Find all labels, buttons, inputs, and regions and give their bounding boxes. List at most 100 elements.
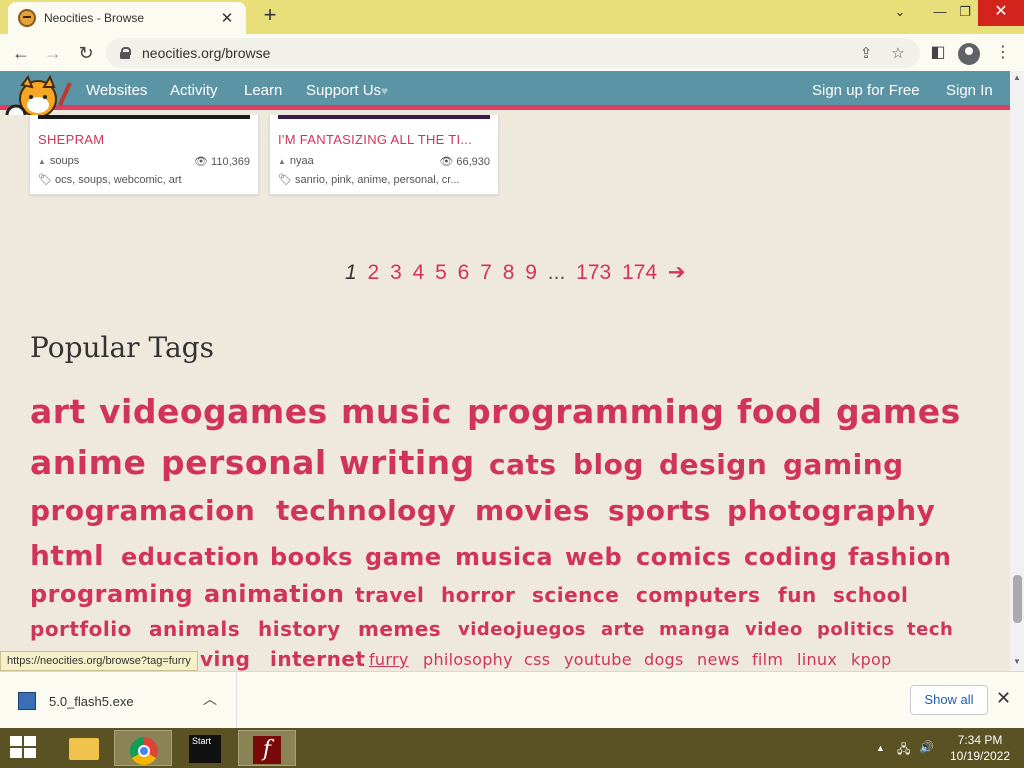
back-icon[interactable]: ← — [8, 40, 34, 66]
tag-link[interactable]: tech — [907, 619, 953, 640]
volume-icon[interactable]: 🔊 — [919, 740, 934, 754]
site-tags[interactable]: 🏷 ocs, soups, webcomic, art — [38, 173, 182, 186]
tag-link[interactable]: sports — [608, 494, 711, 527]
scroll-up-arrow-icon[interactable]: ▲ — [1010, 71, 1024, 85]
address-bar[interactable]: neocities.org/browse ⇪ ☆ — [106, 38, 920, 68]
nav-support-us[interactable]: Support Us♥ — [306, 82, 388, 99]
tag-link[interactable]: design — [659, 448, 767, 481]
tag-link[interactable]: portfolio — [30, 617, 132, 641]
tag-link[interactable]: art — [30, 392, 86, 431]
close-download-bar-icon[interactable]: ✕ — [996, 688, 1011, 709]
windows-start-icon[interactable] — [10, 736, 38, 760]
tag-link[interactable]: games — [836, 392, 961, 431]
tag-link[interactable]: ving — [200, 647, 250, 671]
signin-link[interactable]: Sign In — [946, 82, 993, 99]
page-scrollbar[interactable]: ▲ ▼ — [1010, 71, 1024, 671]
tag-link[interactable]: fun — [778, 583, 817, 607]
share-icon[interactable]: ⇪ — [856, 44, 876, 64]
chevron-up-icon[interactable]: ︿ — [203, 689, 217, 709]
side-panel-icon[interactable]: ◧ — [925, 40, 951, 66]
tag-link[interactable]: coding — [744, 543, 837, 571]
page-link[interactable]: 9 — [525, 261, 537, 284]
page-link[interactable]: 173 — [576, 261, 611, 284]
tag-link[interactable]: youtube — [564, 650, 632, 669]
tag-link[interactable]: videogames — [99, 392, 328, 431]
flash-taskbar-button[interactable]: f — [238, 730, 296, 766]
tag-link[interactable]: personal — [161, 443, 327, 482]
tag-link[interactable]: music — [341, 392, 452, 431]
nav-activity[interactable]: Activity — [170, 82, 218, 99]
tag-link[interactable]: school — [833, 583, 908, 607]
profile-avatar[interactable] — [958, 43, 980, 65]
tag-link[interactable]: web — [565, 543, 622, 571]
tray-expand-icon[interactable]: ▲ — [876, 743, 885, 753]
chrome-taskbar-button[interactable] — [114, 730, 172, 766]
tag-link[interactable]: travel — [355, 583, 424, 607]
page-link[interactable]: 174 — [622, 261, 657, 284]
bookmark-star-icon[interactable]: ☆ — [888, 44, 908, 64]
site-title[interactable]: SHEPRAM — [38, 132, 104, 147]
tag-link[interactable]: photography — [727, 494, 935, 527]
download-filename[interactable]: 5.0_flash5.exe — [49, 694, 134, 709]
lock-icon[interactable] — [120, 47, 131, 59]
tag-link[interactable]: programing — [30, 580, 193, 608]
system-clock[interactable]: 7:34 PM 10/19/2022 — [940, 732, 1020, 764]
network-icon[interactable]: 🖧 — [897, 740, 910, 761]
scroll-thumb[interactable] — [1013, 575, 1022, 623]
page-link[interactable]: 8 — [503, 261, 515, 284]
tag-link[interactable]: furry — [369, 650, 409, 669]
tag-link[interactable]: animation — [204, 580, 344, 608]
tag-link[interactable]: videojuegos — [458, 619, 586, 640]
site-owner[interactable]: nyaa — [278, 155, 314, 167]
page-link[interactable]: 7 — [480, 261, 492, 284]
tag-link[interactable]: technology — [276, 494, 456, 527]
tag-link[interactable]: fashion — [848, 543, 951, 571]
tag-link[interactable]: news — [697, 650, 740, 669]
tag-link[interactable]: film — [752, 650, 783, 669]
forward-icon[interactable]: → — [40, 40, 66, 66]
new-tab-button[interactable]: + — [258, 4, 282, 28]
tag-link[interactable]: memes — [358, 617, 441, 641]
page-link[interactable]: 6 — [458, 261, 470, 284]
tag-link[interactable]: cats — [489, 448, 557, 481]
page-link[interactable]: 4 — [413, 261, 425, 284]
tag-link[interactable]: horror — [441, 583, 515, 607]
signup-link[interactable]: Sign up for Free — [812, 82, 920, 99]
close-window-button[interactable]: ✕ — [978, 0, 1024, 26]
site-card[interactable]: I'M FANTASIZING ALL THE TI... nyaa 👁 66,… — [269, 115, 499, 195]
console-taskbar-button[interactable]: Start — [176, 730, 234, 766]
tag-link[interactable]: politics — [817, 619, 895, 640]
tag-link[interactable]: movies — [475, 494, 590, 527]
tag-link[interactable]: linux — [797, 650, 837, 669]
url-text[interactable]: neocities.org/browse — [142, 45, 270, 61]
page-link[interactable]: 5 — [435, 261, 447, 284]
site-card[interactable]: SHEPRAM soups 👁 110,369 🏷 ocs, soups, we… — [29, 115, 259, 195]
tag-link[interactable]: food — [737, 392, 822, 431]
site-owner[interactable]: soups — [38, 155, 79, 167]
tag-link[interactable]: comics — [636, 543, 731, 571]
tag-link[interactable]: manga — [659, 619, 730, 640]
tag-link[interactable]: programacion — [30, 494, 255, 527]
tag-link[interactable]: blog — [573, 448, 644, 481]
tag-link[interactable]: video — [745, 619, 803, 640]
tag-link[interactable]: programming — [467, 392, 724, 431]
tag-link[interactable]: writing — [339, 443, 475, 482]
tab-search-icon[interactable]: ⌄ — [880, 0, 920, 26]
download-item[interactable]: 5.0_flash5.exe ︿ — [0, 672, 237, 729]
nav-learn[interactable]: Learn — [244, 82, 282, 99]
menu-kebab-icon[interactable]: ⋮ — [990, 40, 1016, 66]
tag-link[interactable]: computers — [636, 583, 760, 607]
page-link[interactable]: 3 — [390, 261, 402, 284]
file-explorer-taskbar-button[interactable] — [52, 730, 110, 766]
tag-link[interactable]: css — [524, 650, 550, 669]
close-tab-icon[interactable]: ✕ — [218, 9, 236, 27]
show-all-button[interactable]: Show all — [910, 685, 988, 715]
tag-link[interactable]: game — [365, 543, 442, 571]
tag-link[interactable]: dogs — [644, 650, 684, 669]
next-page-arrow-icon[interactable]: ➔ — [668, 261, 686, 284]
site-title[interactable]: I'M FANTASIZING ALL THE TI... — [278, 132, 472, 147]
tag-link[interactable]: education — [121, 543, 260, 571]
tag-link[interactable]: internet — [270, 647, 365, 671]
tag-link[interactable]: science — [532, 583, 619, 607]
tag-link[interactable]: musica — [455, 543, 553, 571]
